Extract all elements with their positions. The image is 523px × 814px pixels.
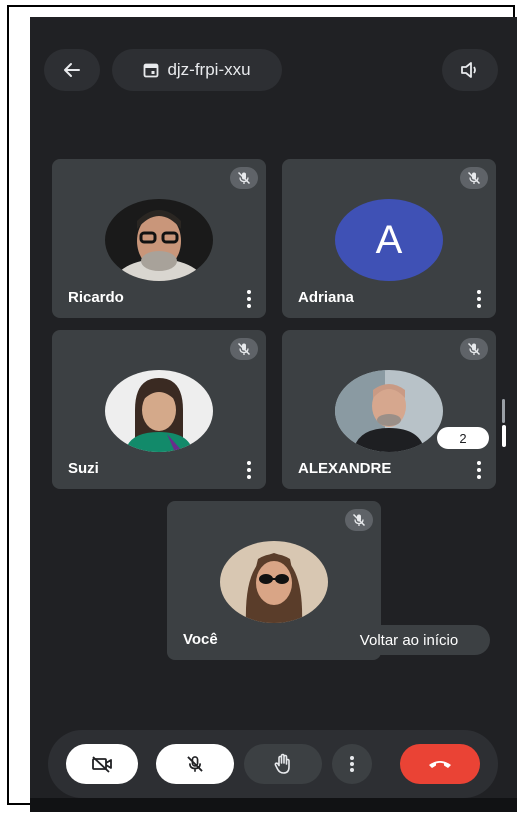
meet-screen: djz-frpi-xxu Ricardo A Adriana Suzi ALEX… <box>30 17 517 812</box>
raise-hand-button[interactable] <box>244 744 322 784</box>
avatar <box>220 541 328 623</box>
raise-hand-icon <box>274 753 290 774</box>
more-vert-icon[interactable] <box>476 290 482 308</box>
meeting-info-button[interactable]: djz-frpi-xxu <box>112 49 282 91</box>
camera-toggle-button[interactable] <box>66 744 138 784</box>
more-participants-badge[interactable]: 2 <box>437 427 489 449</box>
participant-tile-alexandre[interactable]: ALEXANDRE <box>282 330 496 489</box>
mic-off-icon <box>467 342 481 356</box>
participant-name: Adriana <box>298 289 354 306</box>
camera-off-icon <box>92 756 112 773</box>
scrollbar-track[interactable] <box>502 399 505 423</box>
avatar <box>105 199 213 281</box>
call-controls-bar <box>48 730 498 798</box>
end-call-button[interactable] <box>400 744 480 784</box>
mic-off-indicator <box>230 338 258 360</box>
mic-off-icon <box>352 513 366 527</box>
speaker-icon <box>461 62 476 78</box>
participant-name: Você <box>183 631 218 648</box>
avatar <box>105 370 213 452</box>
more-vert-icon[interactable] <box>246 461 252 479</box>
scrollbar-thumb[interactable] <box>502 425 506 447</box>
back-to-start-toast[interactable]: Voltar ao início <box>328 625 490 655</box>
more-vert-icon[interactable] <box>476 461 482 479</box>
more-vert-icon <box>350 756 354 772</box>
more-options-button[interactable] <box>332 744 372 784</box>
participant-tile-ricardo[interactable]: Ricardo <box>52 159 266 318</box>
mic-off-indicator <box>230 167 258 189</box>
mic-off-icon <box>237 342 251 356</box>
end-call-icon <box>429 761 451 768</box>
mic-off-indicator <box>460 338 488 360</box>
system-nav-bar <box>30 798 517 812</box>
avatar <box>335 370 443 452</box>
participant-tile-suzi[interactable]: Suzi <box>52 330 266 489</box>
participant-name: Ricardo <box>68 289 124 306</box>
participant-tile-adriana[interactable]: A Adriana <box>282 159 496 318</box>
participant-name: Suzi <box>68 460 99 477</box>
mic-toggle-button[interactable] <box>156 744 234 784</box>
mic-off-icon <box>467 171 481 185</box>
participant-name: ALEXANDRE <box>298 460 392 477</box>
meeting-code: djz-frpi-xxu <box>167 60 251 79</box>
avatar: A <box>335 199 443 281</box>
back-button[interactable] <box>44 49 100 91</box>
mic-off-icon <box>187 756 203 772</box>
more-vert-icon[interactable] <box>246 290 252 308</box>
calendar-icon <box>144 63 159 78</box>
back-arrow-icon <box>64 63 80 77</box>
speaker-button[interactable] <box>442 49 498 91</box>
mic-off-icon <box>237 171 251 185</box>
mic-off-indicator <box>460 167 488 189</box>
mic-off-indicator <box>345 509 373 531</box>
